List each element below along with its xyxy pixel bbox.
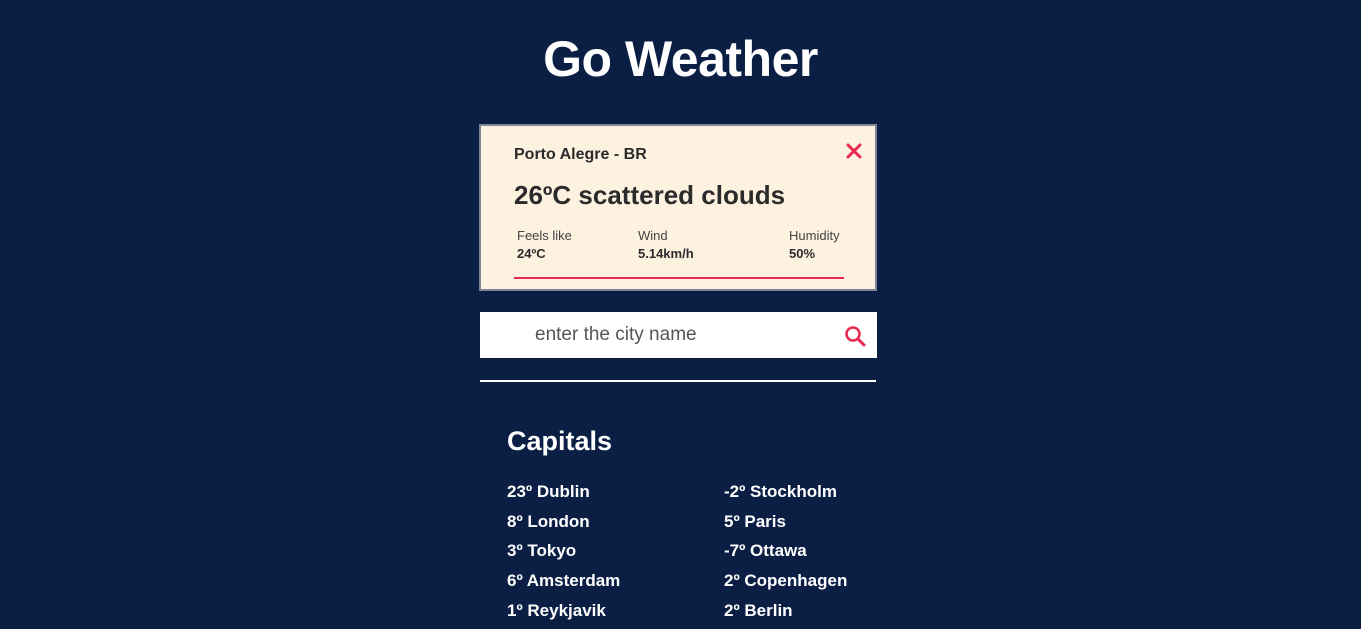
capital-item: -2º Stockholm bbox=[724, 482, 837, 501]
capital-item: 2º Copenhagen bbox=[724, 571, 848, 591]
capital-item: 1º Reykjavik bbox=[507, 600, 606, 620]
divider bbox=[480, 380, 876, 382]
stat-humidity: Humidity 50% bbox=[789, 227, 840, 263]
close-icon[interactable] bbox=[845, 142, 863, 160]
weather-card: Porto Alegre - BR 26ºC scattered clouds … bbox=[479, 124, 877, 291]
capital-item: 23º Dublin bbox=[507, 482, 590, 501]
weather-headline: 26ºC scattered clouds bbox=[514, 180, 786, 210]
capital-item: 3º Tokyo bbox=[507, 541, 577, 561]
stat-wind: Wind 5.14km/h bbox=[638, 227, 694, 263]
search-bar bbox=[480, 312, 877, 358]
capital-item: 2º Berlin bbox=[724, 600, 793, 620]
app-title: Go Weather bbox=[543, 31, 818, 87]
capitals-column-right: -2º Stockholm 5º Paris -7º Ottawa 2º Cop… bbox=[724, 481, 847, 629]
capitals-column-left: 23º Dublin 8º London 3º Tokyo 6º Amsterd… bbox=[507, 481, 620, 629]
city-search-input[interactable] bbox=[480, 312, 835, 358]
capital-item: -7º Ottawa bbox=[724, 541, 807, 561]
capital-item: 8º London bbox=[507, 511, 590, 531]
stat-label: Feels like bbox=[517, 228, 572, 243]
stat-value: 24ºC bbox=[517, 246, 546, 261]
city-name: Porto Alegre - BR bbox=[514, 146, 647, 163]
stat-label: Humidity bbox=[789, 228, 840, 243]
capital-item: 5º Paris bbox=[724, 511, 786, 531]
search-icon[interactable] bbox=[843, 324, 867, 348]
capitals-title: Capitals bbox=[507, 426, 613, 456]
capital-item: 6º Amsterdam bbox=[507, 571, 621, 591]
card-accent-line bbox=[514, 277, 844, 279]
stat-feels-like: Feels like 24ºC bbox=[517, 227, 572, 263]
stat-value: 50% bbox=[789, 246, 816, 261]
stat-label: Wind bbox=[638, 228, 668, 243]
stat-value: 5.14km/h bbox=[638, 246, 694, 261]
